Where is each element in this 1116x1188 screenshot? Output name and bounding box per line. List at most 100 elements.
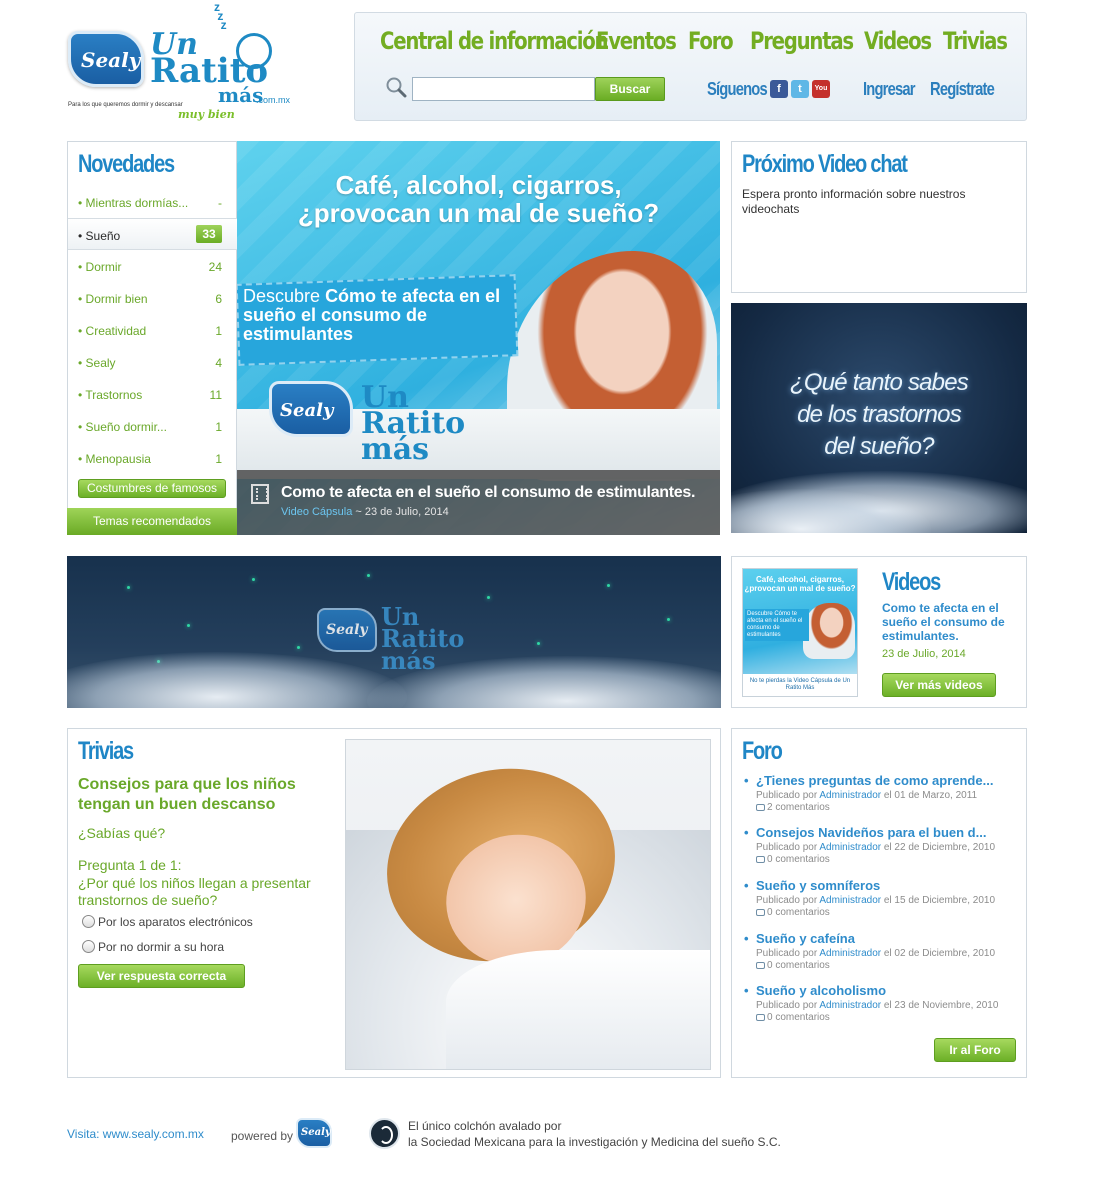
search-button[interactable]: Buscar <box>595 77 665 101</box>
more-videos-button[interactable]: Ver más videos <box>882 673 996 697</box>
hero-caption-category[interactable]: Video Cápsula <box>281 506 352 518</box>
forum-post-meta: Publicado por Administrador el 01 de Mar… <box>744 790 1014 801</box>
novedades-item[interactable]: • Menopausia 1 <box>68 442 236 474</box>
costumbres-famosos-button[interactable]: Costumbres de famosos <box>78 479 226 498</box>
trastornos-line3: del sueño? <box>824 433 934 460</box>
forum-post-comments-count: 0 comentarios <box>767 907 830 918</box>
comment-icon <box>756 856 765 863</box>
wide-banner-sealy-logo: Sealy <box>317 608 377 652</box>
forum-post-title[interactable]: Sueño y cafeína <box>744 931 1014 946</box>
hero-headline: Café, alcohol, cigarros, ¿provocan un ma… <box>237 171 720 227</box>
logo-domain: .com.mx <box>256 95 291 105</box>
forum-post-author[interactable]: Administrador <box>819 790 881 801</box>
novedades-item[interactable]: • Sueño dormir... 1 <box>68 410 236 442</box>
forum-post-date: el 23 de Noviembre, 2010 <box>881 1000 999 1011</box>
forum-post-title[interactable]: Consejos Navideños para el buen d... <box>744 825 1014 840</box>
novedades-panel: Novedades • Mientras dormías... - • Sueñ… <box>67 141 260 535</box>
footer-visit-link[interactable]: Visita: www.sealy.com.mx <box>67 1127 204 1141</box>
forum-post-author[interactable]: Administrador <box>819 1000 881 1011</box>
nav-trivias[interactable]: Trivias <box>943 27 1008 55</box>
novedades-item-label: • Sueño dormir... <box>78 420 167 434</box>
photo-blanket <box>446 950 710 1069</box>
forum-post-author[interactable]: Administrador <box>819 842 881 853</box>
temas-recomendados-button[interactable]: Temas recomendados <box>67 508 237 535</box>
videochat-panel: Próximo Video chat Espera pronto informa… <box>731 141 1027 293</box>
novedades-item-label: • Sealy <box>78 356 116 370</box>
forum-post-date: el 02 de Diciembre, 2010 <box>881 948 996 959</box>
hero-caption[interactable]: Como te afecta en el sueño el consumo de… <box>237 470 720 535</box>
forum-post-by: Publicado por <box>756 842 820 853</box>
nav-preguntas[interactable]: Preguntas <box>750 27 854 55</box>
wide-promo-banner[interactable]: Sealy Un Ratito más <box>67 556 721 708</box>
novedades-item[interactable]: • Dormir bien 6 <box>68 282 236 314</box>
novedades-item[interactable]: • Trastornos 11 <box>68 378 236 410</box>
forum-post-comments[interactable]: 0 comentarios <box>744 960 1014 971</box>
novedades-item[interactable]: • Dormir 24 <box>68 250 236 282</box>
youtube-icon[interactable]: You <box>812 80 830 98</box>
forum-post-title[interactable]: Sueño y somníferos <box>744 878 1014 893</box>
novedades-item-label: • Sueño <box>78 229 121 243</box>
register-link[interactable]: Regístrate <box>930 79 995 100</box>
forum-post-title[interactable]: Sueño y alcoholismo <box>744 983 1014 998</box>
novedades-item-label: • Trastornos <box>78 388 143 402</box>
forum-post-comments[interactable]: 2 comentarios <box>744 802 1014 813</box>
forum-post-comments[interactable]: 0 comentarios <box>744 1012 1014 1023</box>
go-to-forum-button[interactable]: Ir al Foro <box>934 1038 1016 1062</box>
forum-post-author[interactable]: Administrador <box>819 895 881 906</box>
twitter-icon[interactable]: t <box>791 80 809 98</box>
trivia-option[interactable]: Por los aparatos electrónicos <box>82 915 253 929</box>
trastornos-banner-text: ¿Qué tanto sabes de los trastornos del s… <box>731 367 1027 463</box>
trivia-subtitle: Consejos para que los niños tengan un bu… <box>78 776 296 813</box>
video-item-title[interactable]: Como te afecta en el sueño el consumo de… <box>882 601 1022 643</box>
novedades-item-count: 4 <box>215 356 222 370</box>
novedades-item-count: 1 <box>215 420 222 434</box>
site-logo[interactable]: Sealy z z z Un Ratito más .com.mx Para l… <box>68 1 308 123</box>
novedades-item[interactable]: • Sealy 4 <box>68 346 236 378</box>
hero-caption-date: ~ 23 de Julio, 2014 <box>352 506 449 518</box>
hero-sealy-logo-text: Sealy <box>280 400 334 421</box>
forum-post-author[interactable]: Administrador <box>819 948 881 959</box>
novedades-item[interactable]: • Creatividad 1 <box>68 314 236 346</box>
trastornos-line1: ¿Qué tanto sabes <box>790 369 969 396</box>
nav-videos[interactable]: Videos <box>864 27 932 55</box>
nav-eventos[interactable]: Eventos <box>596 27 677 55</box>
facebook-icon[interactable]: f <box>770 80 788 98</box>
sealy-logo-badge: Sealy <box>68 31 144 87</box>
trivia-option[interactable]: Por no dormir a su hora <box>82 940 224 954</box>
radio-button[interactable] <box>82 940 95 953</box>
novedades-item[interactable]: • Mientras dormías... - <box>68 186 236 218</box>
forum-post: Consejos Navideños para el buen d... Pub… <box>744 825 1014 865</box>
nav-central-informacion[interactable]: Central de información <box>380 27 609 55</box>
footer-sealy-logo[interactable]: Sealy <box>296 1118 332 1148</box>
forum-post-comments-count: 0 comentarios <box>767 960 830 971</box>
novedades-item-active[interactable]: • Sueño 33 <box>68 218 260 252</box>
login-link[interactable]: Ingresar <box>863 79 916 100</box>
novedades-item-count: 24 <box>208 260 222 274</box>
show-answer-button[interactable]: Ver respuesta correcta <box>78 964 245 988</box>
forum-post-title[interactable]: ¿Tienes preguntas de como aprende... <box>744 773 1014 788</box>
forum-post-comments[interactable]: 0 comentarios <box>744 854 1014 865</box>
nav-foro[interactable]: Foro <box>688 27 734 55</box>
trastornos-quiz-banner[interactable]: ¿Qué tanto sabes de los trastornos del s… <box>731 303 1027 533</box>
hero-headline-line1: Café, alcohol, cigarros, <box>335 170 622 200</box>
trivia-question: ¿Por qué los niños llegan a presentar tr… <box>78 875 311 908</box>
wide-banner-sealy-text: Sealy <box>326 622 368 638</box>
radio-button[interactable] <box>82 915 95 928</box>
hero-caption-title[interactable]: Como te afecta en el sueño el consumo de… <box>281 484 695 502</box>
video-thumbnail[interactable]: Café, alcohol, cigarros, ¿provocan un ma… <box>742 568 858 697</box>
forum-post-by: Publicado por <box>756 1000 820 1011</box>
novedades-item-count: 33 <box>196 225 222 243</box>
forum-post-comments[interactable]: 0 comentarios <box>744 907 1014 918</box>
footer-sealy-text: Sealy <box>301 1127 331 1138</box>
footer-endorsement: El único colchón avalado por la Sociedad… <box>408 1118 781 1150</box>
hero-banner[interactable]: Café, alcohol, cigarros, ¿provocan un ma… <box>237 141 720 535</box>
novedades-item-count: - <box>218 196 222 210</box>
search-input[interactable] <box>412 77 595 101</box>
forum-post-meta: Publicado por Administrador el 23 de Nov… <box>744 1000 1014 1011</box>
forum-post-by: Publicado por <box>756 895 820 906</box>
videochat-text: Espera pronto información sobre nuestros… <box>742 187 966 216</box>
novedades-item-count: 11 <box>209 388 222 402</box>
forum-post-date: el 15 de Diciembre, 2010 <box>881 895 996 906</box>
novedades-title: Novedades <box>78 150 175 178</box>
forum-post-meta: Publicado por Administrador el 15 de Dic… <box>744 895 1014 906</box>
